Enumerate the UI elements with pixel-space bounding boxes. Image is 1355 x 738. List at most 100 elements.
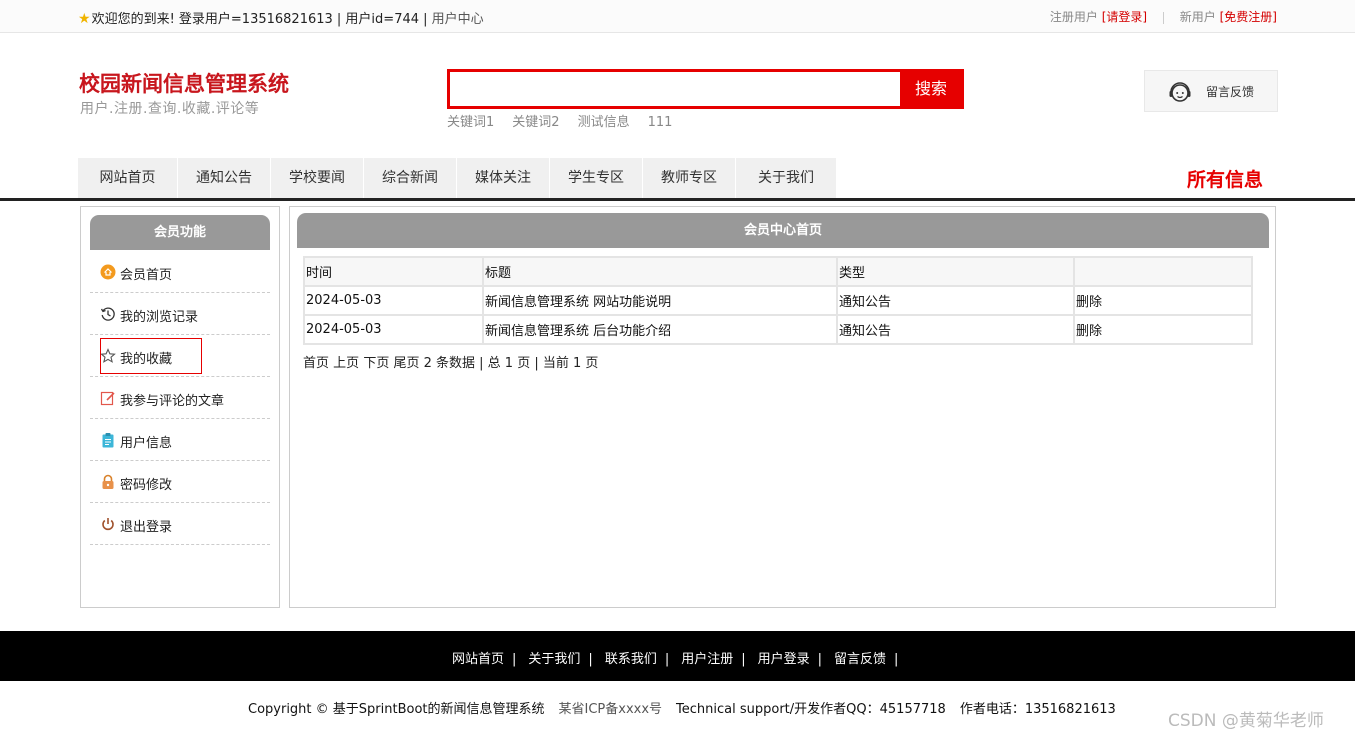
nav-item-about[interactable]: 关于我们 — [736, 158, 837, 198]
nav-item-school-news[interactable]: 学校要闻 — [271, 158, 364, 198]
welcome-text: 欢迎您的到来! — [91, 12, 175, 27]
new-user-label: 新用户 — [1179, 10, 1216, 24]
column-header-type: 类型 — [838, 258, 1073, 285]
nav-item-media[interactable]: 媒体关注 — [457, 158, 550, 198]
power-icon — [102, 518, 114, 531]
last-page-link[interactable]: 尾页 — [393, 356, 419, 371]
divider: | — [741, 652, 746, 667]
nav-item-home[interactable]: 网站首页 — [78, 158, 178, 198]
sidebar-item-history[interactable]: 我的浏览记录 — [90, 293, 270, 335]
sidebar-item-label: 密码修改 — [120, 478, 173, 493]
selection-highlight — [100, 338, 202, 374]
divider: | — [588, 652, 593, 667]
edit-icon — [100, 391, 115, 406]
star-icon: ★ — [78, 11, 91, 27]
cell-time: 2024-05-03 — [305, 287, 482, 314]
column-header-title: 标题 — [484, 258, 836, 285]
search-button[interactable]: 搜索 — [900, 71, 962, 107]
divider: | — [894, 652, 899, 667]
hot-keywords: 关键词1 关键词2 测试信息 111 — [447, 111, 690, 130]
login-user-info: 登录用户=13516821613 | 用户id=744 | — [174, 12, 432, 27]
footer-nav: 网站首页 | 关于我们 | 联系我们 | 用户注册 | 用户登录 | 留言反馈 | — [0, 631, 1355, 681]
divider: | — [512, 652, 517, 667]
member-center-panel: 会员中心首页 时间 标题 类型 2024-05-03 新闻信息管理系统 网站功能… — [289, 206, 1276, 608]
first-page-link[interactable]: 首页 — [303, 356, 329, 371]
pagination: 首页 上页 下页 尾页 2 条数据 | 总 1 页 | 当前 1 页 — [303, 352, 598, 371]
copyright-text: Copyright © 基于SprintBoot的新闻信息管理系统 — [248, 702, 545, 717]
keyword-link[interactable]: 111 — [648, 115, 673, 130]
search-bar: 搜索 — [447, 69, 964, 109]
keyword-link[interactable]: 关键词1 — [447, 115, 494, 130]
cell-title-link[interactable]: 新闻信息管理系统 后台功能介绍 — [484, 316, 836, 343]
nav-item-general-news[interactable]: 综合新闻 — [364, 158, 457, 198]
sidebar-item-label: 用户信息 — [120, 436, 173, 451]
support-text: Technical support/开发作者QQ：45157718 — [676, 702, 946, 717]
feedback-label: 留言反馈 — [1206, 85, 1255, 99]
register-link[interactable]: [免费注册] — [1220, 10, 1277, 24]
sidebar-item-change-password[interactable]: 密码修改 — [90, 461, 270, 503]
user-center-link[interactable]: 用户中心 — [432, 12, 484, 27]
nav-item-notices[interactable]: 通知公告 — [178, 158, 271, 198]
sidebar-item-label: 会员首页 — [120, 268, 173, 283]
customer-service-icon — [1169, 82, 1191, 102]
sidebar-item-label: 我参与评论的文章 — [120, 394, 225, 409]
footer-link-feedback[interactable]: 留言反馈 — [834, 652, 886, 667]
nav-divider — [0, 198, 1355, 201]
divider: | — [664, 652, 670, 667]
main-nav: 网站首页 通知公告 学校要闻 综合新闻 媒体关注 学生专区 教师专区 关于我们 — [78, 158, 837, 198]
site-subtitle: 用户.注册.查询.收藏.评论等 — [80, 101, 260, 117]
cell-type: 通知公告 — [838, 316, 1073, 343]
home-circle-icon — [100, 264, 116, 280]
footer-link-register[interactable]: 用户注册 — [681, 652, 733, 667]
nav-item-students[interactable]: 学生专区 — [550, 158, 643, 198]
account-links: 注册用户 [请登录] 新用户 [免费注册] — [1050, 8, 1277, 25]
member-sidebar: 会员功能 会员首页 我的浏览记录 我的收藏 我参与评论的文章 用户信息 密码修改… — [80, 206, 280, 608]
all-info-link[interactable]: 所有信息 — [1187, 165, 1263, 192]
sidebar-item-logout[interactable]: 退出登录 — [90, 503, 270, 545]
delete-link[interactable]: 删除 — [1075, 316, 1251, 343]
prev-page-link[interactable]: 上页 — [333, 356, 359, 371]
table-header-row: 时间 标题 类型 — [305, 258, 1251, 285]
footer-link-login[interactable]: 用户登录 — [758, 652, 810, 667]
footer-link-about[interactable]: 关于我们 — [528, 652, 580, 667]
column-header-time: 时间 — [305, 258, 482, 285]
search-input[interactable] — [450, 72, 902, 106]
divider: | — [817, 652, 823, 667]
lock-icon — [102, 474, 114, 489]
clipboard-icon — [102, 433, 114, 448]
sidebar-item-label: 我的浏览记录 — [120, 310, 199, 325]
records-table: 时间 标题 类型 2024-05-03 新闻信息管理系统 网站功能说明 通知公告… — [303, 256, 1253, 345]
panel-title: 会员中心首页 — [297, 213, 1269, 248]
footer-link-contact[interactable]: 联系我们 — [605, 652, 657, 667]
watermark: CSDN @黄菊华老师 — [1168, 711, 1324, 731]
footer-links: 网站首页 | 关于我们 | 联系我们 | 用户注册 | 用户登录 | 留言反馈 | — [452, 648, 910, 667]
sidebar-title: 会员功能 — [90, 215, 270, 250]
history-icon — [100, 307, 115, 321]
footer-link-home[interactable]: 网站首页 — [452, 652, 504, 667]
table-row: 2024-05-03 新闻信息管理系统 后台功能介绍 通知公告 删除 — [305, 316, 1251, 343]
column-header-action — [1075, 258, 1251, 285]
divider — [1162, 11, 1164, 24]
sidebar-item-user-info[interactable]: 用户信息 — [90, 419, 270, 461]
site-title[interactable]: 校园新闻信息管理系统 — [79, 68, 289, 98]
copyright-line: Copyright © 基于SprintBoot的新闻信息管理系统 某省ICP备x… — [248, 698, 1116, 717]
table-row: 2024-05-03 新闻信息管理系统 网站功能说明 通知公告 删除 — [305, 287, 1251, 314]
sidebar-item-label: 退出登录 — [120, 520, 173, 535]
sidebar-item-commented-articles[interactable]: 我参与评论的文章 — [90, 377, 270, 419]
feedback-button[interactable]: 留言反馈 — [1144, 70, 1278, 112]
sidebar-menu: 会员首页 我的浏览记录 我的收藏 我参与评论的文章 用户信息 密码修改 退出登录 — [90, 251, 270, 545]
icp-text: 某省ICP备xxxx号 — [558, 702, 663, 717]
delete-link[interactable]: 删除 — [1075, 287, 1251, 314]
sidebar-item-member-home[interactable]: 会员首页 — [90, 251, 270, 293]
login-link[interactable]: [请登录] — [1102, 10, 1147, 24]
next-page-link[interactable]: 下页 — [363, 356, 389, 371]
cell-title-link[interactable]: 新闻信息管理系统 网站功能说明 — [484, 287, 836, 314]
top-bar: ★欢迎您的到来! 登录用户=13516821613 | 用户id=744 | 用… — [0, 0, 1355, 33]
keyword-link[interactable]: 关键词2 — [512, 115, 559, 130]
phone-text: 作者电话：13516821613 — [959, 702, 1116, 717]
welcome-area: ★欢迎您的到来! 登录用户=13516821613 | 用户id=744 | 用… — [78, 8, 484, 27]
nav-item-teachers[interactable]: 教师专区 — [643, 158, 736, 198]
keyword-link[interactable]: 测试信息 — [578, 115, 630, 130]
cell-time: 2024-05-03 — [305, 316, 482, 343]
registered-user-label: 注册用户 — [1049, 10, 1098, 24]
